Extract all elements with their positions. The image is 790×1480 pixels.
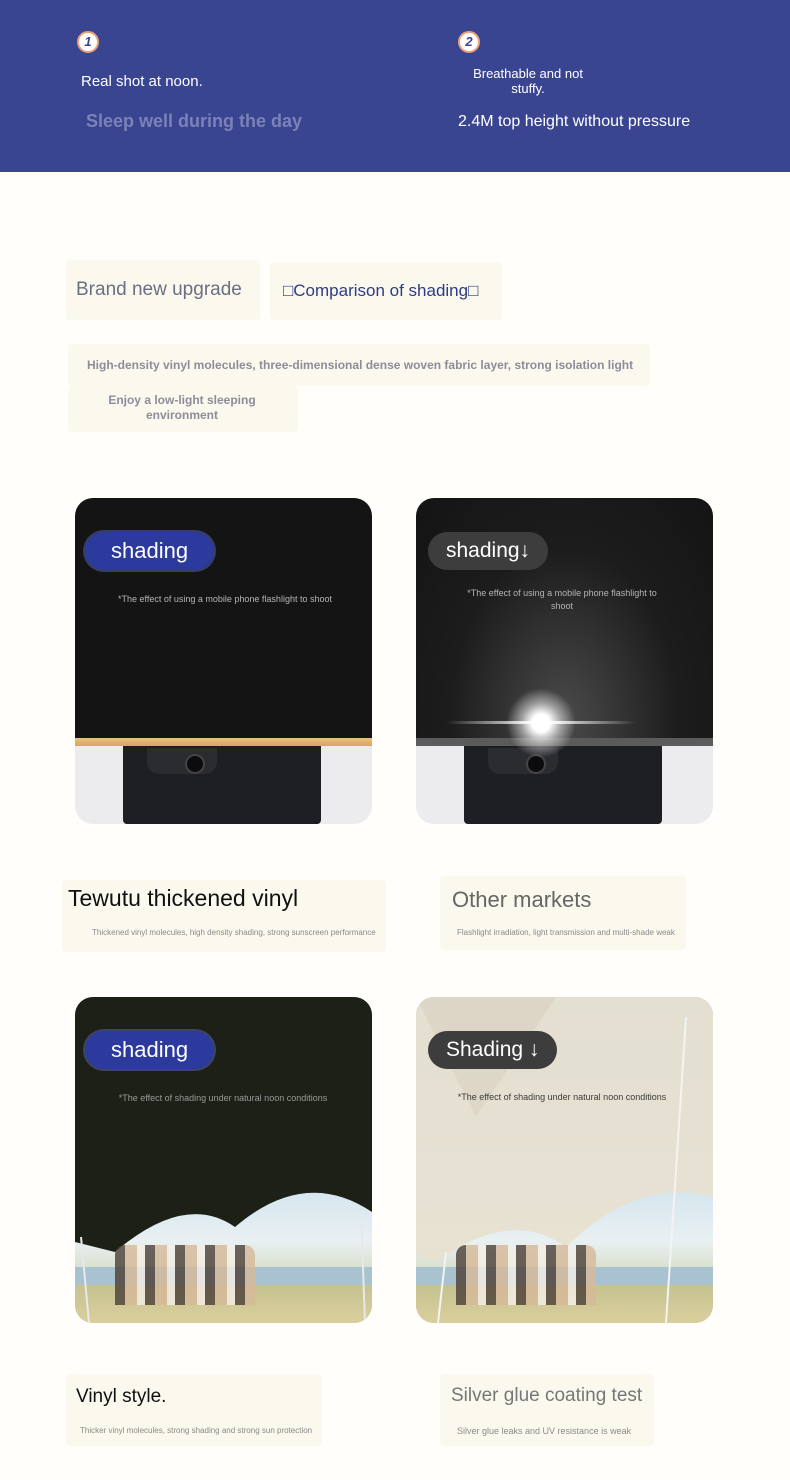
top-banner: 1 Real shot at noon. Sleep well during t…	[0, 0, 790, 172]
flashlight-caption: *The effect of using a mobile phone flas…	[446, 587, 678, 613]
silver-glue-title: Silver glue coating test	[451, 1385, 643, 1406]
camera-lens-icon	[185, 754, 205, 774]
shading-pill: shading	[85, 1031, 215, 1069]
campers-image	[115, 1245, 255, 1305]
step-1-badge: 1	[77, 31, 99, 53]
shading-arrow-pill: shading↓	[428, 532, 549, 570]
sun-card-vinyl: shading *The effect of shading under nat…	[75, 997, 372, 1323]
phone-image	[123, 746, 321, 824]
label-box-vinyl-style	[66, 1374, 322, 1446]
fabric-edge-gold	[75, 738, 372, 746]
comparison-title: □Comparison of shading□	[283, 281, 479, 300]
real-shot-text: Real shot at noon.	[81, 73, 203, 90]
flashlight-glare-icon	[506, 688, 576, 758]
silver-glue-desc: Silver glue leaks and UV resistance is w…	[457, 1426, 632, 1436]
vinyl-style-desc: Thicker vinyl molecules, strong shading …	[80, 1426, 313, 1435]
noon-caption: *The effect of shading under natural noo…	[457, 1092, 667, 1102]
brand-new-upgrade-title: Brand new upgrade	[76, 279, 242, 300]
intro-description: High-density vinyl molecules, three-dime…	[87, 358, 634, 372]
breathable-line-1: Breathable and not	[473, 66, 583, 81]
low-light-line-1: Enjoy a low-light sleeping	[108, 393, 256, 407]
caption-line-1: *The effect of using a mobile phone flas…	[467, 588, 657, 598]
tewutu-title: Tewutu thickened vinyl	[68, 885, 299, 911]
breathable-text: Breathable and not stuffy.	[458, 66, 598, 96]
step-2-badge: 2	[458, 31, 480, 53]
sun-card-other: Shading ↓ *The effect of shading under n…	[416, 997, 713, 1323]
flashlight-card-vinyl: shading *The effect of using a mobile ph…	[75, 498, 372, 824]
top-height-text: 2.4M top height without pressure	[458, 113, 691, 130]
vinyl-style-title: Vinyl style.	[76, 1386, 167, 1407]
low-light-text: Enjoy a low-light sleeping environment	[96, 393, 268, 423]
flashlight-caption: *The effect of using a mobile phone flas…	[118, 594, 332, 604]
tewutu-desc: Thickened vinyl molecules, high density …	[92, 928, 376, 937]
caption-line-2: shoot	[550, 601, 574, 611]
campers-image	[456, 1245, 596, 1305]
shading-pill: shading	[85, 532, 215, 570]
other-markets-desc: Flashlight irradiation, light transmissi…	[457, 928, 675, 937]
shading-arrow-pill: Shading ↓	[428, 1031, 558, 1069]
flashlight-card-other: shading↓ *The effect of using a mobile p…	[416, 498, 713, 824]
phone-image	[464, 746, 662, 824]
breathable-line-2: stuffy.	[511, 81, 545, 96]
other-markets-title: Other markets	[452, 887, 592, 912]
sleep-well-text: Sleep well during the day	[86, 111, 303, 131]
camera-module	[147, 748, 217, 774]
noon-caption: *The effect of shading under natural noo…	[118, 1093, 328, 1103]
low-light-line-2: environment	[145, 408, 218, 422]
